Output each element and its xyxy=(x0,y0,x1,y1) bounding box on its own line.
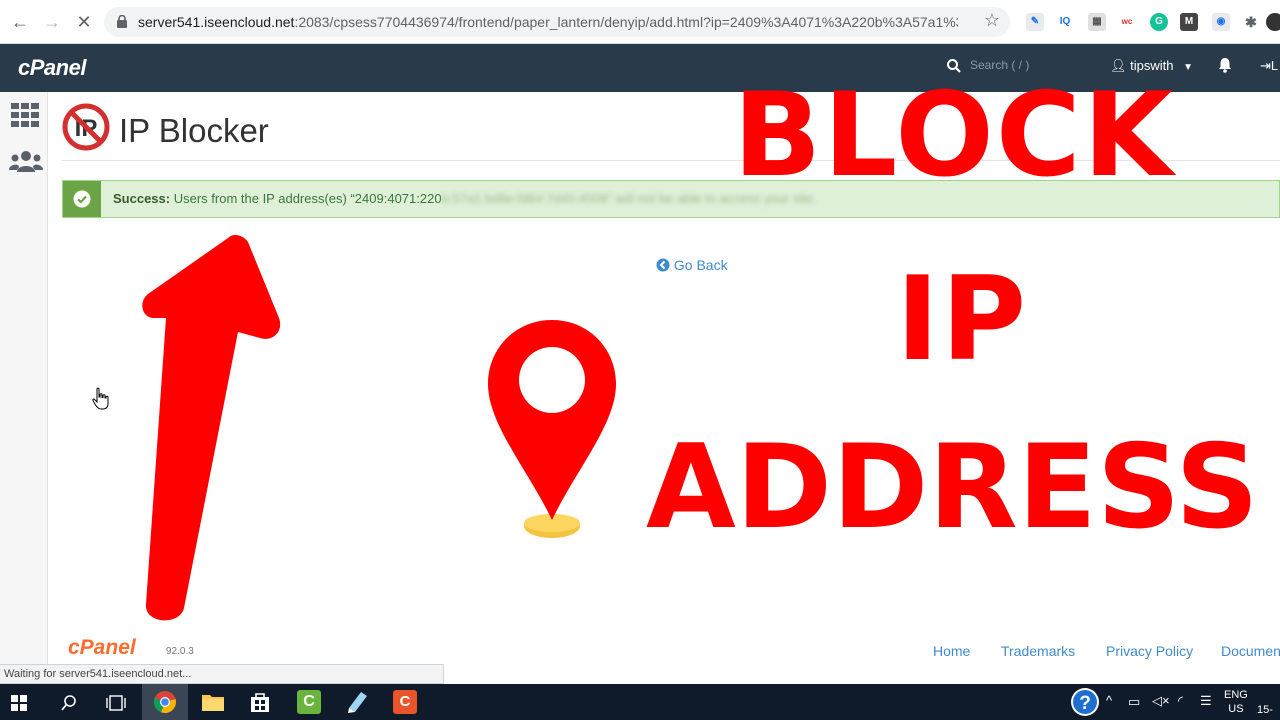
extension-m-icon[interactable]: M xyxy=(1180,13,1198,31)
clock-date[interactable]: 15- xyxy=(1257,704,1273,716)
logout-button[interactable]: ⇥L xyxy=(1260,58,1278,74)
sidebar xyxy=(0,92,48,684)
store-icon[interactable] xyxy=(249,691,271,713)
alert-icon-box xyxy=(63,181,101,217)
location-pin-icon xyxy=(488,320,616,538)
profile-avatar[interactable] xyxy=(1266,13,1280,31)
tray-expand-icon[interactable]: ^ xyxy=(1106,693,1112,708)
users-icon[interactable] xyxy=(9,150,43,174)
extension-icon[interactable]: ✎ xyxy=(1026,13,1044,31)
browser-toolbar: ← → ✕ server541.iseencloud.net:2083/cpse… xyxy=(0,0,1280,44)
back-arrow-icon[interactable]: ← xyxy=(8,10,32,34)
go-back-label: Go Back xyxy=(673,257,728,273)
windows-start-icon[interactable] xyxy=(11,695,27,711)
url-host: server541.iseencloud.net xyxy=(138,14,295,30)
cpanel-logo[interactable]: cPanel xyxy=(18,55,86,81)
footer-link-privacy[interactable]: Privacy Policy xyxy=(1106,643,1193,659)
volume-muted-icon[interactable]: ◁× xyxy=(1152,693,1170,709)
address-bar[interactable]: server541.iseencloud.net:2083/cpsess7704… xyxy=(104,7,1010,37)
star-icon[interactable]: ☆ xyxy=(984,10,1000,31)
help-icon[interactable]: ? xyxy=(1070,687,1100,717)
grammarly-icon[interactable]: G xyxy=(1150,13,1168,31)
notifications-icon[interactable]: ☰ xyxy=(1200,693,1212,709)
caret-down-icon: ▼ xyxy=(1183,62,1194,73)
ip-block-icon: IP xyxy=(62,103,110,151)
battery-icon[interactable]: ▭ xyxy=(1128,694,1140,710)
lock-icon[interactable] xyxy=(116,15,128,28)
stop-loading-icon[interactable]: ✕ xyxy=(72,10,96,34)
footer-version: 92.0.3 xyxy=(166,646,194,657)
page-title: IP Blocker xyxy=(119,112,269,149)
task-view-icon[interactable] xyxy=(106,695,126,711)
alert-label: Success: xyxy=(113,191,171,206)
footer-link-trademarks[interactable]: Trademarks xyxy=(1001,643,1075,659)
chrome-icon xyxy=(153,691,176,714)
bell-icon[interactable] xyxy=(1216,56,1234,74)
red-arrow-up xyxy=(142,235,281,621)
svg-text:?: ? xyxy=(1079,693,1091,714)
overlay-text-ip: IP xyxy=(896,252,1029,387)
windows-taskbar: C C ? ^ ▭ ◁× ◜ ☰ ENG US 15- xyxy=(0,684,1280,720)
check-circle-icon xyxy=(73,190,91,208)
app-icon[interactable]: C xyxy=(393,690,417,714)
overlay-text-address: ADDRESS xyxy=(646,420,1259,555)
extensions-icon[interactable]: ✱ xyxy=(1242,13,1260,31)
taskbar-search-icon[interactable] xyxy=(60,694,78,712)
footer-cpanel-logo[interactable]: cPanel xyxy=(68,636,136,660)
extension-icon[interactable]: ▦ xyxy=(1088,13,1106,31)
taskbar-active-chrome[interactable] xyxy=(142,684,188,720)
grid-icon[interactable] xyxy=(11,103,39,127)
url-text[interactable]: server541.iseencloud.net:2083/cpsess7704… xyxy=(138,14,958,30)
forward-arrow-icon[interactable]: → xyxy=(40,10,64,34)
alert-message-text: Users from the IP address(es) “2409:4071… xyxy=(173,191,442,206)
alert-message: Success: Users from the IP address(es) “… xyxy=(113,191,817,206)
extension-iq-icon[interactable]: IQ xyxy=(1056,13,1074,31)
camtasia-icon[interactable]: C xyxy=(297,690,321,714)
extension-wc-icon[interactable]: wc xyxy=(1118,13,1136,31)
logout-icon: ⇥ xyxy=(1260,58,1271,73)
language-indicator[interactable]: ENG US xyxy=(1224,688,1248,716)
notepad-icon[interactable] xyxy=(345,690,369,714)
browser-status-bar: Waiting for server541.iseencloud.net... xyxy=(0,664,444,684)
go-back-link[interactable]: Go Back xyxy=(656,257,728,273)
back-circle-icon xyxy=(656,258,670,272)
url-path: :2083/cpsess7704436974/frontend/paper_la… xyxy=(294,14,958,30)
hand-cursor-icon xyxy=(92,387,109,410)
lang-top: ENG xyxy=(1224,689,1248,701)
footer-link-documentation[interactable]: Documen xyxy=(1221,643,1280,659)
extension-icon[interactable]: ◉ xyxy=(1212,13,1230,31)
file-explorer-icon[interactable] xyxy=(201,692,225,712)
overlay-text-block: BLOCK xyxy=(733,68,1175,203)
footer-link-home[interactable]: Home xyxy=(933,643,970,659)
wifi-icon[interactable]: ◜ xyxy=(1178,693,1183,709)
lang-bottom: US xyxy=(1228,703,1244,715)
